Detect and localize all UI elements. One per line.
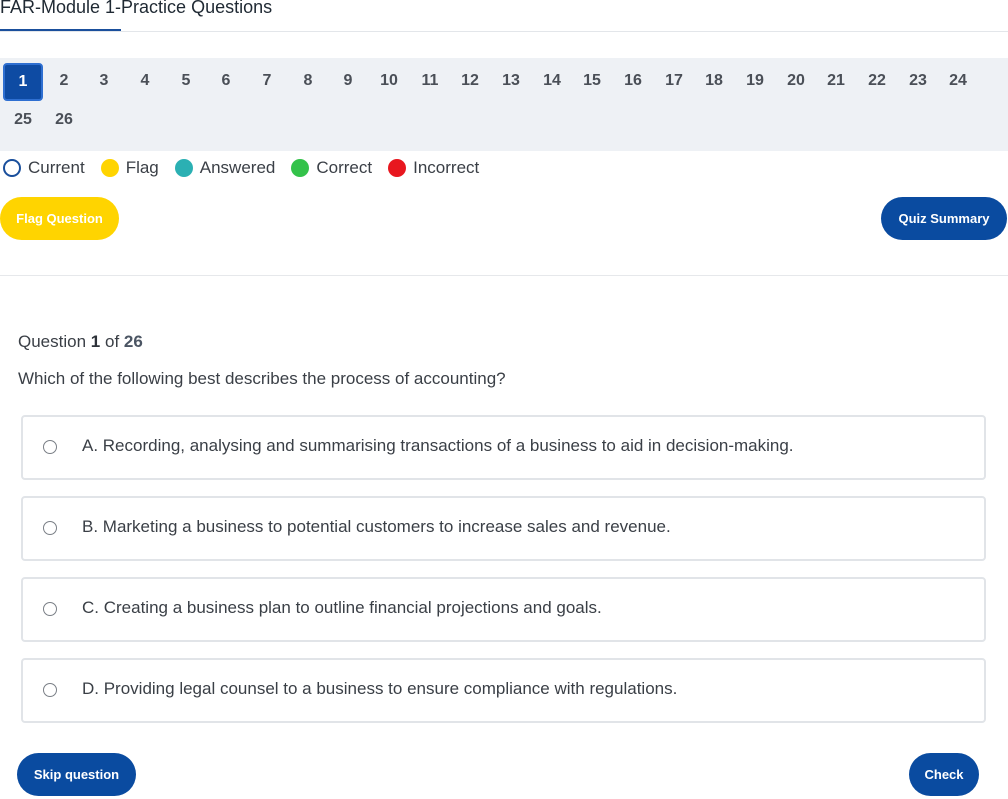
question-nav-6[interactable]: 6 — [206, 62, 246, 100]
question-nav-10[interactable]: 10 — [369, 62, 409, 100]
flag-status-icon — [100, 159, 119, 177]
question-total: 26 — [123, 332, 143, 351]
question-nav-11[interactable]: 11 — [410, 62, 450, 100]
check-button[interactable]: Check — [909, 753, 979, 796]
question-nav-7[interactable]: 7 — [247, 62, 287, 100]
section-divider — [0, 275, 1008, 276]
question-counter: Question 1 of 26 — [18, 332, 143, 352]
question-nav-20[interactable]: 20 — [776, 62, 816, 100]
question-nav-3[interactable]: 3 — [84, 62, 124, 100]
question-nav-9[interactable]: 9 — [328, 62, 368, 100]
correct-status-icon — [291, 159, 310, 177]
legend-label: Answered — [199, 158, 276, 177]
legend-answered: Answered — [174, 158, 276, 178]
question-nav-19[interactable]: 19 — [735, 62, 775, 100]
answer-option-d[interactable]: D. Providing legal counsel to a business… — [21, 658, 986, 723]
question-nav-12[interactable]: 12 — [450, 62, 490, 100]
flag-question-button[interactable]: Flag Question — [0, 197, 119, 240]
question-nav-17[interactable]: 17 — [654, 62, 694, 100]
question-nav-23[interactable]: 23 — [898, 62, 938, 100]
active-tab-indicator — [0, 29, 121, 31]
question-counter-prefix: Question — [18, 332, 87, 351]
question-text: Which of the following best describes th… — [18, 369, 506, 388]
tab-bar: FAR-Module 1-Practice Questions — [0, 0, 1008, 32]
answer-option-label: A. Recording, analysing and summarising … — [82, 436, 794, 455]
question-nav-26[interactable]: 26 — [44, 101, 84, 139]
question-nav-16[interactable]: 16 — [613, 62, 653, 100]
skip-question-button[interactable]: Skip question — [17, 753, 136, 796]
radio-icon[interactable] — [43, 440, 57, 454]
tab-title[interactable]: FAR-Module 1-Practice Questions — [0, 0, 272, 18]
question-nav-14[interactable]: 14 — [532, 62, 572, 100]
question-nav-21[interactable]: 21 — [816, 62, 856, 100]
question-nav-22[interactable]: 22 — [857, 62, 897, 100]
legend-current: Current — [3, 158, 85, 178]
legend-label: Current — [28, 158, 85, 177]
quiz-summary-button[interactable]: Quiz Summary — [881, 197, 1007, 240]
radio-icon[interactable] — [43, 521, 57, 535]
question-current-number: 1 — [90, 332, 101, 351]
question-nav-4[interactable]: 4 — [125, 62, 165, 100]
answer-option-c[interactable]: C. Creating a business plan to outline f… — [21, 577, 986, 642]
status-legend: Current Flag Answered Correct Incorrect — [3, 156, 495, 180]
legend-label: Correct — [316, 158, 373, 177]
answer-option-label: D. Providing legal counsel to a business… — [82, 679, 678, 698]
answer-option-label: B. Marketing a business to potential cus… — [82, 517, 671, 536]
legend-label: Incorrect — [413, 158, 480, 177]
answer-option-a[interactable]: A. Recording, analysing and summarising … — [21, 415, 986, 480]
question-nav-8[interactable]: 8 — [288, 62, 328, 100]
legend-flag: Flag — [100, 158, 159, 178]
legend-incorrect: Incorrect — [388, 158, 479, 178]
question-nav-2[interactable]: 2 — [44, 62, 84, 100]
question-counter-of: of — [104, 332, 120, 351]
incorrect-status-icon — [388, 159, 407, 177]
answer-option-b[interactable]: B. Marketing a business to potential cus… — [21, 496, 986, 561]
legend-correct: Correct — [291, 158, 372, 178]
question-navigator: 1 2 3 4 5 6 7 8 9 10 11 12 13 14 15 16 1… — [0, 58, 1008, 151]
question-nav-18[interactable]: 18 — [694, 62, 734, 100]
question-nav-24[interactable]: 24 — [938, 62, 978, 100]
legend-label: Flag — [125, 158, 159, 177]
question-nav-1[interactable]: 1 — [3, 63, 43, 101]
current-status-icon — [3, 159, 21, 177]
radio-icon[interactable] — [43, 683, 57, 697]
question-nav-15[interactable]: 15 — [572, 62, 612, 100]
question-nav-5[interactable]: 5 — [166, 62, 206, 100]
answered-status-icon — [174, 159, 193, 177]
radio-icon[interactable] — [43, 602, 57, 616]
question-nav-25[interactable]: 25 — [3, 101, 43, 139]
answer-option-label: C. Creating a business plan to outline f… — [82, 598, 602, 617]
question-nav-13[interactable]: 13 — [491, 62, 531, 100]
